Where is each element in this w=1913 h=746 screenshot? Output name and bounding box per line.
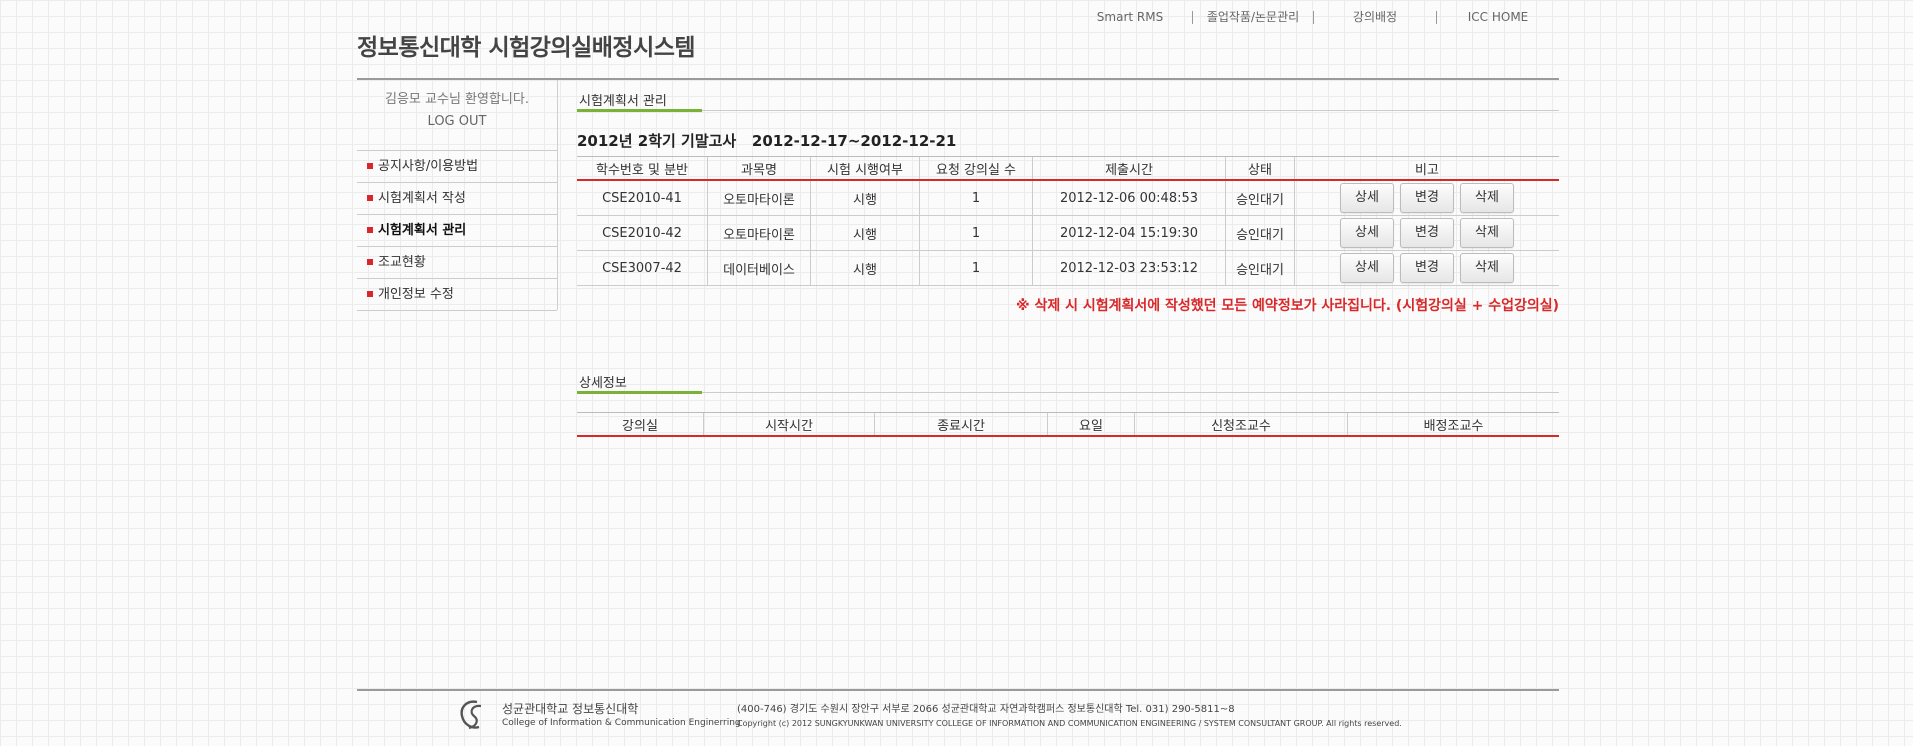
cell-subject: 오토마타이론 bbox=[707, 215, 811, 251]
sidebar-item-label: 시험계획서 관리 bbox=[378, 223, 467, 238]
bullet-icon bbox=[367, 259, 373, 265]
col-status: 상태 bbox=[1225, 156, 1295, 181]
nav-smart-rms[interactable]: Smart RMS bbox=[1068, 8, 1192, 26]
bullet-icon bbox=[367, 195, 373, 201]
sidebar-menu: 공지사항/이용방법 시험계획서 작성 시험계획서 관리 조교현황 개인정보 수정 bbox=[357, 150, 557, 311]
delete-button[interactable]: 삭제 bbox=[1460, 218, 1514, 248]
sidebar-item-label: 조교현황 bbox=[378, 255, 426, 270]
table-header-row: 강의실 시작시간 종료시간 요일 신청조교수 배정조교수 bbox=[577, 412, 1559, 437]
table-row: CSE2010-42 오토마타이론 시행 1 2012-12-04 15:19:… bbox=[577, 215, 1559, 251]
sidebar-item-label: 개인정보 수정 bbox=[378, 287, 454, 302]
welcome-message: 김응모 교수님 환영합니다. bbox=[385, 92, 529, 107]
cell-room-count: 1 bbox=[919, 215, 1033, 251]
cell-status: 승인대기 bbox=[1225, 250, 1295, 286]
col-room-count: 요청 강의실 수 bbox=[919, 156, 1033, 181]
col-submitted: 제출시간 bbox=[1032, 156, 1226, 181]
footer-address: (400-746) 경기도 수원시 장안구 서부로 2066 성균관대학교 자연… bbox=[737, 704, 1235, 715]
sidebar-item-label: 시험계획서 작성 bbox=[378, 191, 466, 206]
bullet-icon bbox=[367, 163, 373, 169]
sidebar-item-plan-manage[interactable]: 시험계획서 관리 bbox=[357, 215, 557, 247]
col-requested-ta: 신청조교수 bbox=[1134, 412, 1348, 437]
site-title[interactable]: 정보통신대학 시험강의실배정시스템 bbox=[357, 28, 696, 62]
table-row: CSE3007-42 데이터베이스 시행 1 2012-12-03 23:53:… bbox=[577, 250, 1559, 286]
main-content: 시험계획서 관리 2012년 2학기 기말고사 2012-12-17~2012-… bbox=[577, 80, 1559, 437]
detail-table: 강의실 시작시간 종료시간 요일 신청조교수 배정조교수 bbox=[577, 412, 1559, 437]
cell-submitted: 2012-12-03 23:53:12 bbox=[1032, 250, 1226, 286]
table-header-row: 학수번호 및 분반 과목명 시험 시행여부 요청 강의실 수 제출시간 상태 비… bbox=[577, 156, 1559, 181]
cell-actions: 상세 변경 삭제 bbox=[1294, 250, 1559, 286]
delete-button[interactable]: 삭제 bbox=[1460, 183, 1514, 213]
cell-exam-held: 시행 bbox=[810, 250, 920, 286]
cell-status: 승인대기 bbox=[1225, 180, 1295, 216]
top-nav: Smart RMS 졸업작품/논문관리 강의배정 ICC HOME bbox=[1068, 8, 1559, 26]
cell-course-code: CSE2010-41 bbox=[577, 180, 708, 216]
edit-button[interactable]: 변경 bbox=[1400, 253, 1454, 283]
footer-divider bbox=[357, 689, 1559, 691]
col-subject: 과목명 bbox=[707, 156, 811, 181]
university-logo-icon bbox=[460, 700, 482, 730]
sidebar-item-notice[interactable]: 공지사항/이용방법 bbox=[357, 151, 557, 183]
detail-section: 상세정보 강의실 시작시간 종료시간 요일 신청조교수 배정조교수 bbox=[577, 362, 1559, 437]
sidebar-item-label: 공지사항/이용방법 bbox=[378, 159, 479, 174]
edit-button[interactable]: 변경 bbox=[1400, 183, 1454, 213]
cell-subject: 데이터베이스 bbox=[707, 250, 811, 286]
detail-button[interactable]: 상세 bbox=[1340, 218, 1394, 248]
cell-exam-held: 시행 bbox=[810, 180, 920, 216]
col-assigned-ta: 배정조교수 bbox=[1347, 412, 1559, 437]
col-end-time: 종료시간 bbox=[874, 412, 1048, 437]
exam-heading: 2012년 2학기 기말고사 2012-12-17~2012-12-21 bbox=[577, 132, 957, 150]
edit-button[interactable]: 변경 bbox=[1400, 218, 1454, 248]
bullet-icon bbox=[367, 227, 373, 233]
cell-room-count: 1 bbox=[919, 250, 1033, 286]
delete-warning: ※ 삭제 시 시험계획서에 작성했던 모든 예약정보가 사라집니다. (시험강의… bbox=[1016, 298, 1559, 314]
cell-exam-held: 시행 bbox=[810, 215, 920, 251]
cell-room-count: 1 bbox=[919, 180, 1033, 216]
col-room: 강의실 bbox=[577, 412, 704, 437]
cell-subject: 오토마타이론 bbox=[707, 180, 811, 216]
section-underline bbox=[702, 392, 1559, 393]
section-accent-bar bbox=[577, 109, 702, 112]
col-exam-held: 시험 시행여부 bbox=[810, 156, 920, 181]
cell-actions: 상세 변경 삭제 bbox=[1294, 180, 1559, 216]
bullet-icon bbox=[367, 291, 373, 297]
footer-copyright: Copyright (c) 2012 SUNGKYUNKWAN UNIVERSI… bbox=[737, 719, 1402, 728]
section-header: 시험계획서 관리 bbox=[577, 80, 1559, 112]
cell-submitted: 2012-12-04 15:19:30 bbox=[1032, 215, 1226, 251]
delete-button[interactable]: 삭제 bbox=[1460, 253, 1514, 283]
col-remarks: 비고 bbox=[1294, 156, 1559, 181]
cell-submitted: 2012-12-06 00:48:53 bbox=[1032, 180, 1226, 216]
cell-status: 승인대기 bbox=[1225, 215, 1295, 251]
section-accent-bar bbox=[577, 391, 702, 394]
sidebar: 김응모 교수님 환영합니다. LOG OUT 공지사항/이용방법 시험계획서 작… bbox=[357, 80, 558, 311]
nav-graduation-thesis[interactable]: 졸업작품/논문관리 bbox=[1193, 8, 1313, 26]
detail-button[interactable]: 상세 bbox=[1340, 183, 1394, 213]
section-title: 상세정보 bbox=[579, 376, 627, 391]
detail-button[interactable]: 상세 bbox=[1340, 253, 1394, 283]
nav-icc-home[interactable]: ICC HOME bbox=[1437, 8, 1559, 26]
col-course-code: 학수번호 및 분반 bbox=[577, 156, 708, 181]
footer-logo-korean: 성균관대학교 정보통신대학 bbox=[502, 702, 639, 716]
page-wrapper: Smart RMS 졸업작품/논문관리 강의배정 ICC HOME 정보통신대학… bbox=[357, 0, 1559, 746]
table-row: CSE2010-41 오토마타이론 시행 1 2012-12-06 00:48:… bbox=[577, 180, 1559, 216]
footer-logo-english: College of Information & Communication E… bbox=[502, 718, 741, 728]
cell-course-code: CSE2010-42 bbox=[577, 215, 708, 251]
col-start-time: 시작시간 bbox=[703, 412, 875, 437]
nav-lecture-assignment[interactable]: 강의배정 bbox=[1314, 8, 1436, 26]
sidebar-item-plan-write[interactable]: 시험계획서 작성 bbox=[357, 183, 557, 215]
section-title: 시험계획서 관리 bbox=[579, 94, 667, 109]
sidebar-item-ta-status[interactable]: 조교현황 bbox=[357, 247, 557, 279]
cell-actions: 상세 변경 삭제 bbox=[1294, 215, 1559, 251]
section-underline bbox=[702, 110, 1559, 111]
plan-table: 학수번호 및 분반 과목명 시험 시행여부 요청 강의실 수 제출시간 상태 비… bbox=[577, 156, 1559, 286]
col-weekday: 요일 bbox=[1047, 412, 1135, 437]
logout-link[interactable]: LOG OUT bbox=[357, 114, 557, 129]
sidebar-item-profile-edit[interactable]: 개인정보 수정 bbox=[357, 279, 557, 311]
cell-course-code: CSE3007-42 bbox=[577, 250, 708, 286]
section-header: 상세정보 bbox=[577, 362, 1559, 394]
